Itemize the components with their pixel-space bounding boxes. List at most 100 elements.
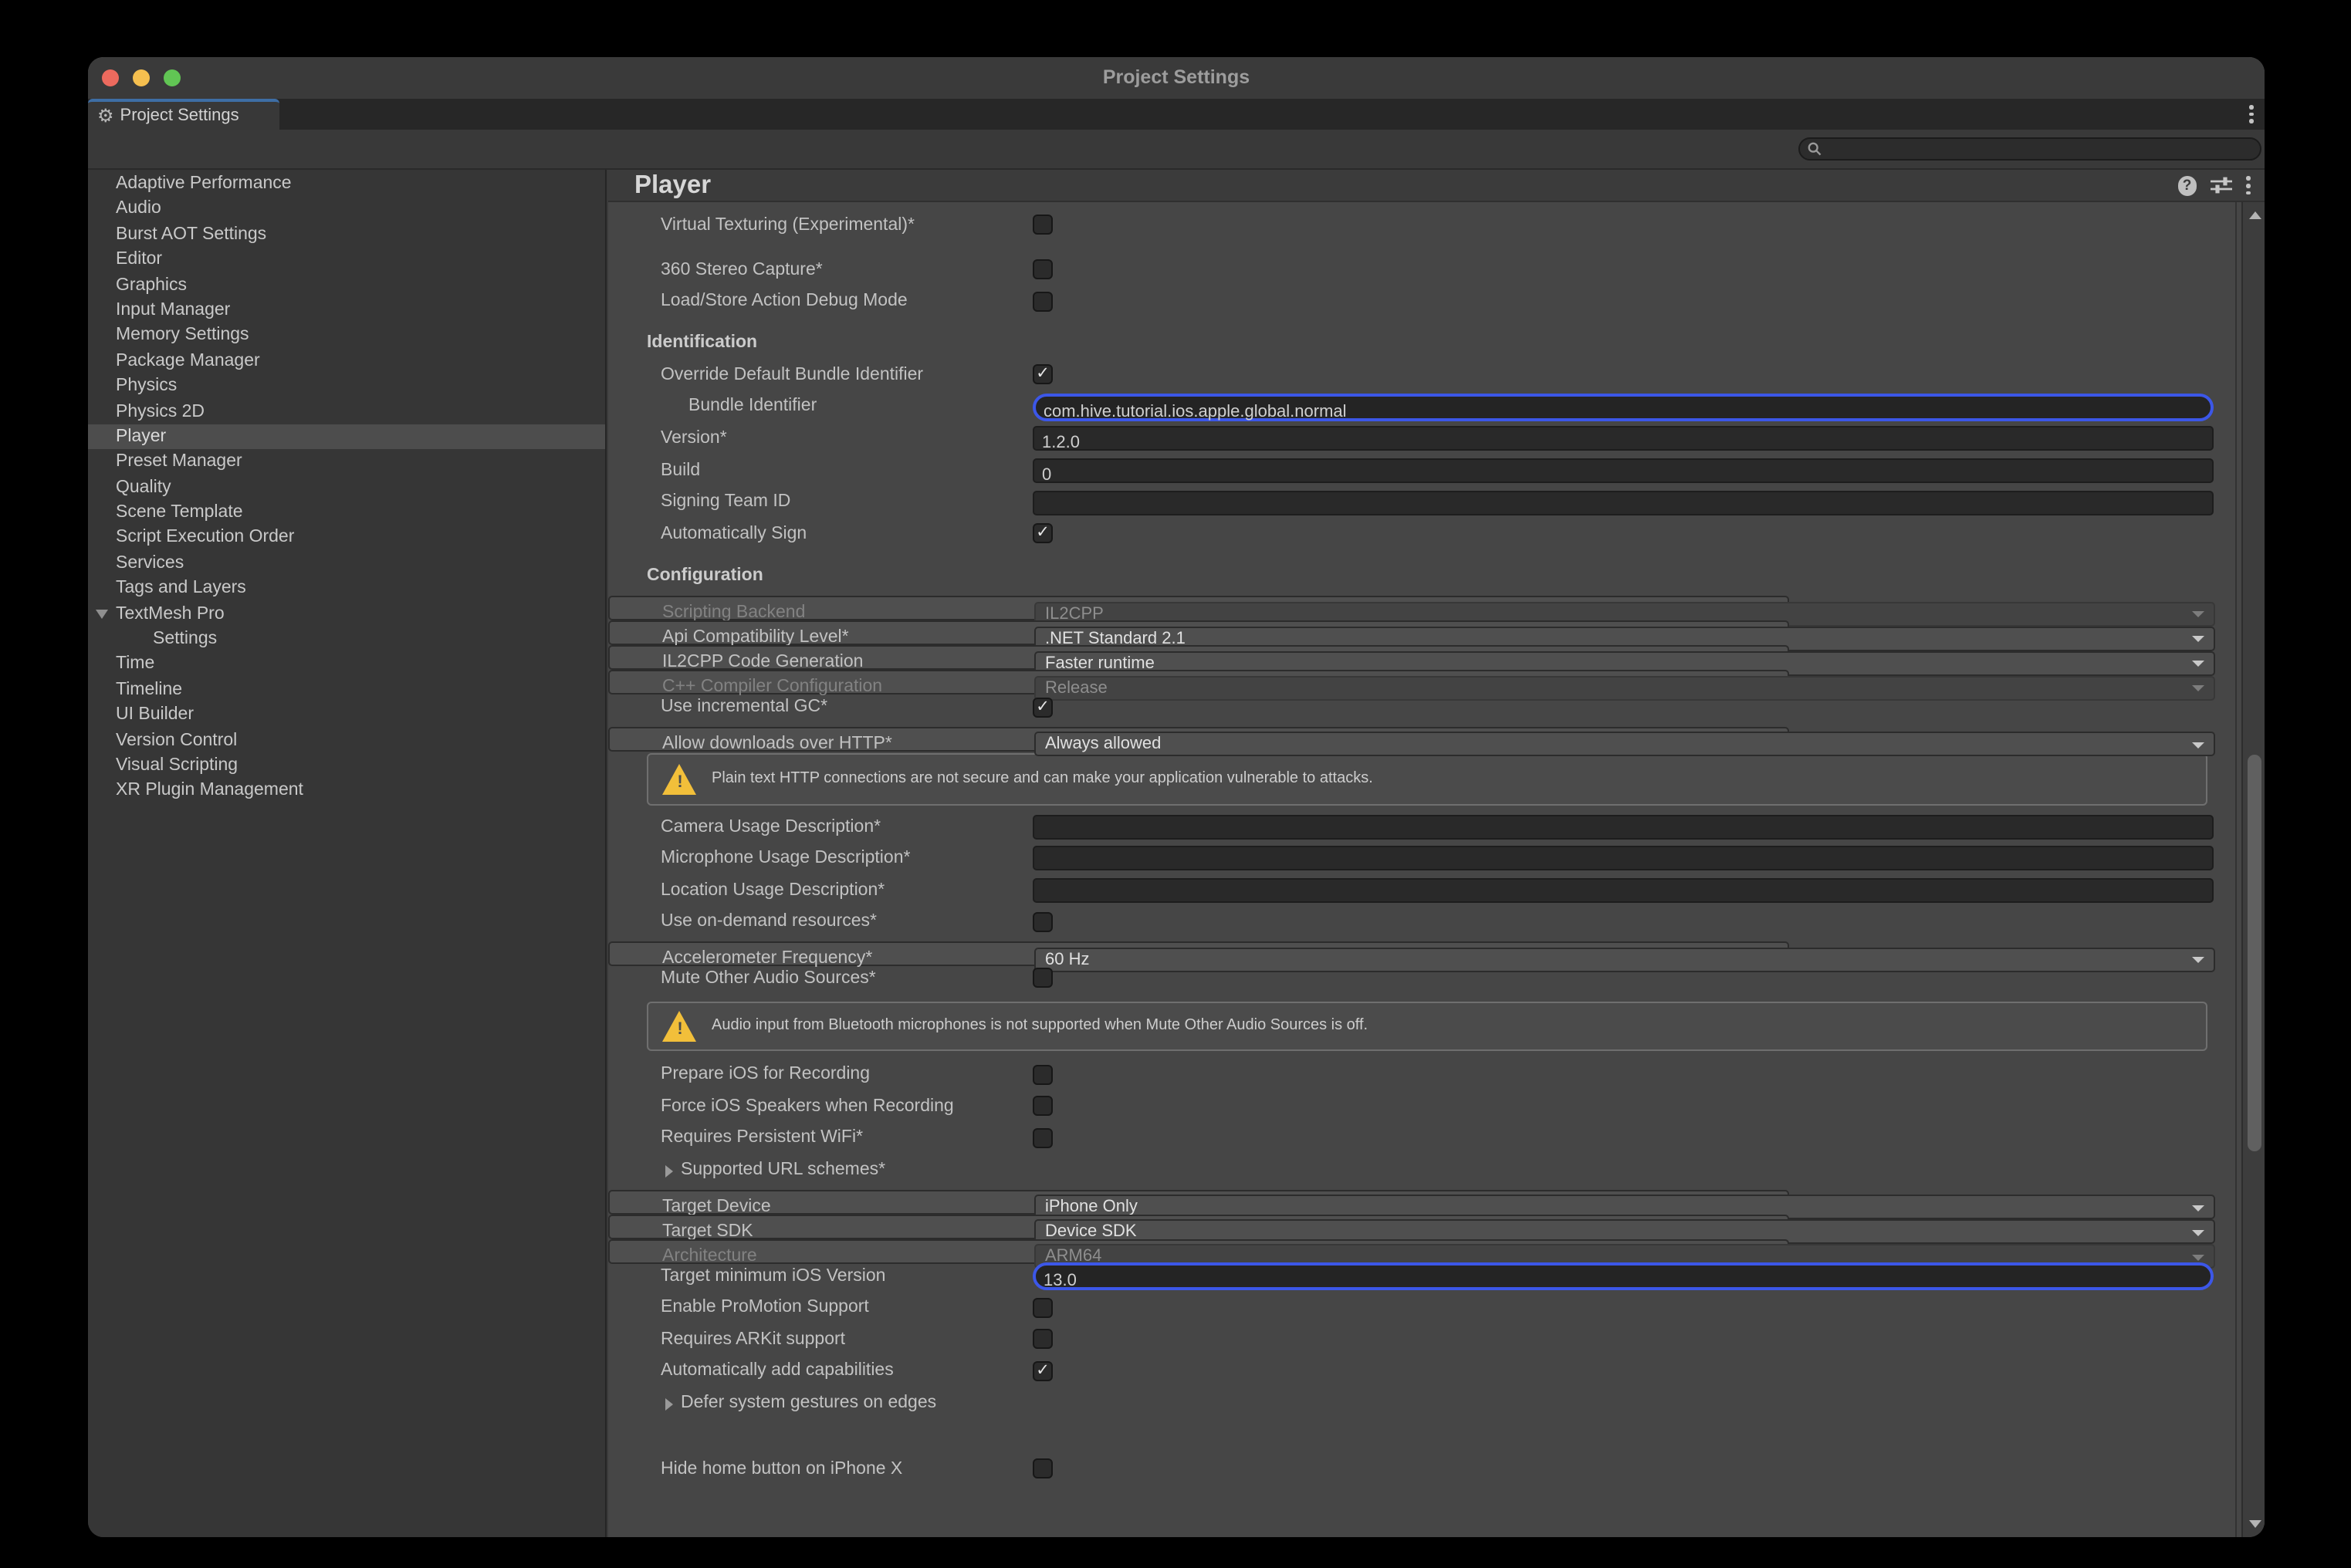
sidebar-item-tags-and-layers[interactable]: Tags and Layers [88, 576, 605, 602]
row-hide-home-button-on-iphone-x: Hide home button on iPhone X [608, 1453, 2241, 1485]
row-requires-arkit-support: Requires ARKit support [608, 1323, 2241, 1355]
textfield-input[interactable] [1034, 853, 2212, 874]
textfield-input[interactable] [1036, 1270, 2211, 1292]
row-il2cpp-code-generation: IL2CPP Code GenerationFaster runtime [608, 646, 1789, 671]
checkbox-prepare-ios-for-recording[interactable] [1033, 1064, 1053, 1084]
sidebar-item-audio[interactable]: Audio [88, 197, 605, 222]
textfield-bundle-identifier[interactable] [1033, 393, 2214, 421]
sidebar-item-label: Services [116, 554, 184, 573]
scrollbar-thumb[interactable] [2247, 755, 2261, 1152]
checkbox-mute-other-audio-sources[interactable] [1033, 968, 1053, 988]
tab-strip-menu-icon[interactable] [2249, 105, 2254, 123]
textfield-microphone-usage-description[interactable] [1033, 847, 2214, 871]
checkbox-virtual-texturing-experimental[interactable] [1033, 215, 1053, 235]
textfield-input[interactable] [1034, 465, 2212, 486]
scroll-up-icon[interactable] [2248, 212, 2261, 220]
sidebar-item-preset-manager[interactable]: Preset Manager [88, 450, 605, 475]
sidebar-item-physics[interactable]: Physics [88, 373, 605, 399]
presets-icon[interactable] [2211, 177, 2232, 195]
sidebar-item-player[interactable]: Player [88, 424, 605, 450]
sidebar-item-label: Physics [116, 377, 177, 395]
row-target-device: Target DeviceiPhone Only [608, 1190, 1789, 1215]
setting-label: Use incremental GC* [661, 691, 827, 723]
help-icon[interactable]: ? [2177, 176, 2197, 195]
textfield-location-usage-description[interactable] [1033, 878, 2214, 903]
sidebar-item-label: Version Control [116, 731, 237, 749]
sidebar-item-quality[interactable]: Quality [88, 475, 605, 500]
row-use-on-demand-resources: Use on-demand resources* [608, 907, 2241, 938]
sidebar-item-memory-settings[interactable]: Memory Settings [88, 323, 605, 349]
dropdown-value: iPhone Only [1045, 1198, 1138, 1216]
vertical-scrollbar[interactable] [2241, 203, 2265, 1537]
sidebar-item-timeline[interactable]: Timeline [88, 678, 605, 703]
sidebar-item-input-manager[interactable]: Input Manager [88, 298, 605, 323]
sidebar-item-settings[interactable]: Settings [88, 627, 605, 652]
sidebar-item-adaptive-performance[interactable]: Adaptive Performance [88, 171, 605, 197]
textfield-version[interactable] [1033, 427, 2214, 451]
sidebar-item-time[interactable]: Time [88, 652, 605, 678]
desktop: Project Settings ⚙ Project Settings Adap… [0, 0, 2351, 1568]
sidebar-item-services[interactable]: Services [88, 551, 605, 576]
textfield-target-minimum-ios-version[interactable] [1033, 1262, 2214, 1290]
foldout-expanded-icon[interactable] [96, 610, 108, 619]
textfield-input[interactable] [1034, 821, 2212, 843]
sidebar-item-xr-plugin-management[interactable]: XR Plugin Management [88, 779, 605, 804]
sidebar-item-script-execution-order[interactable]: Script Execution Order [88, 525, 605, 551]
toolbar [88, 130, 2265, 170]
textfield-input[interactable] [1034, 884, 2212, 906]
sidebar-item-scene-template[interactable]: Scene Template [88, 500, 605, 525]
settings-scroll-area: Virtual Texturing (Experimental)*360 Ste… [608, 203, 2241, 1537]
textfield-input[interactable] [1036, 400, 2211, 422]
checkbox-use-incremental-gc[interactable]: ✓ [1033, 697, 1053, 717]
textfield-camera-usage-description[interactable] [1033, 815, 2214, 840]
row-supported-url-schemes: Supported URL schemes* [608, 1154, 2241, 1186]
checkbox-hide-home-button-on-iphone-x[interactable] [1033, 1458, 1053, 1478]
textfield-build[interactable] [1033, 458, 2214, 483]
sidebar-item-ui-builder[interactable]: UI Builder [88, 702, 605, 728]
chevron-down-icon [2192, 957, 2204, 963]
content-header: Player ? [608, 170, 2265, 203]
warning-icon: ! [662, 1010, 698, 1041]
sidebar-item-label: Burst AOT Settings [116, 225, 266, 244]
foldout-collapsed-icon[interactable] [665, 1164, 673, 1177]
window-title: Project Settings [88, 57, 2265, 99]
sidebar-item-label: Timeline [116, 681, 182, 699]
checkbox-enable-promotion-support[interactable] [1033, 1297, 1053, 1317]
search-input[interactable] [1828, 140, 2244, 157]
sidebar-item-textmesh-pro[interactable]: TextMesh Pro [88, 601, 605, 627]
project-settings-window: Project Settings ⚙ Project Settings Adap… [88, 57, 2265, 1537]
sidebar-item-version-control[interactable]: Version Control [88, 728, 605, 753]
checkbox-force-ios-speakers-when-recording[interactable] [1033, 1097, 1053, 1117]
sidebar-item-editor[interactable]: Editor [88, 247, 605, 272]
textfield-input[interactable] [1034, 496, 2212, 518]
sidebar-item-physics-2d[interactable]: Physics 2D [88, 399, 605, 424]
setting-label: Automatically Sign [661, 519, 807, 550]
checkbox-automatically-sign[interactable]: ✓ [1033, 524, 1053, 544]
sidebar-item-visual-scripting[interactable]: Visual Scripting [88, 753, 605, 779]
search-box[interactable] [1798, 137, 2261, 160]
scroll-down-icon[interactable] [2248, 1520, 2261, 1528]
checkbox-automatically-add-capabilities[interactable]: ✓ [1033, 1361, 1053, 1381]
foldout-collapsed-icon[interactable] [665, 1397, 673, 1410]
checkbox-requires-persistent-wifi[interactable] [1033, 1128, 1053, 1148]
textfield-input[interactable] [1034, 433, 2212, 455]
tab-project-settings[interactable]: ⚙ Project Settings [88, 99, 279, 130]
sidebar-item-label: Script Execution Order [116, 529, 294, 547]
dropdown-allow-downloads-over-http[interactable]: Always allowed [1034, 732, 2215, 756]
sidebar-item-package-manager[interactable]: Package Manager [88, 348, 605, 373]
checkbox-use-on-demand-resources[interactable] [1033, 912, 1053, 932]
chevron-down-icon [2192, 685, 2204, 691]
textfield-signing-team-id[interactable] [1033, 490, 2214, 515]
sidebar-item-burst-aot-settings[interactable]: Burst AOT Settings [88, 222, 605, 248]
sidebar-item-label: Audio [116, 200, 161, 218]
checkbox-360-stereo-capture[interactable] [1033, 259, 1053, 279]
setting-label: Automatically add capabilities [661, 1356, 894, 1387]
sidebar-item-label: Package Manager [116, 351, 260, 370]
setting-label: Override Default Bundle Identifier [661, 360, 923, 391]
pane-menu-icon[interactable] [2246, 177, 2251, 195]
checkbox-load-store-action-debug-mode[interactable] [1033, 292, 1053, 312]
setting-label: Requires ARKit support [661, 1323, 845, 1355]
sidebar-item-graphics[interactable]: Graphics [88, 272, 605, 298]
checkbox-override-default-bundle-identifier[interactable]: ✓ [1033, 365, 1053, 385]
checkbox-requires-arkit-support[interactable] [1033, 1329, 1053, 1349]
